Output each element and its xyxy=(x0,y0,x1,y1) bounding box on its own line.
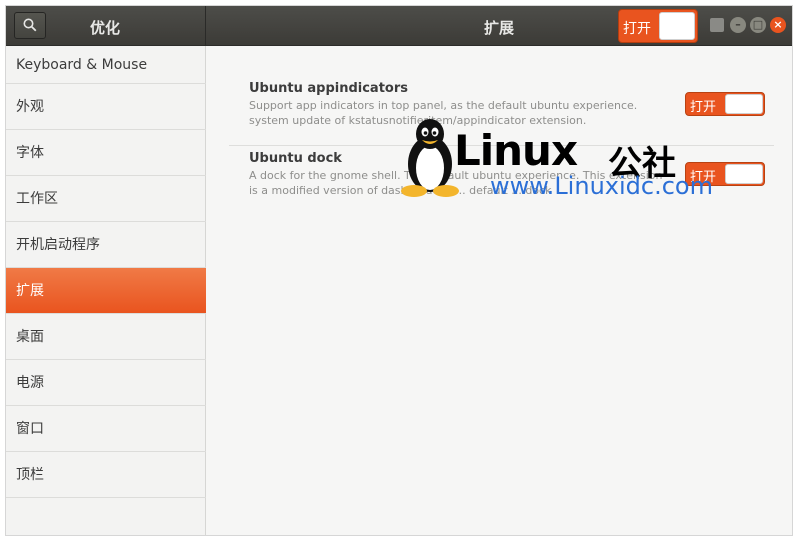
app-title: 优化 xyxy=(90,19,121,37)
switch-knob xyxy=(659,12,695,40)
extensions-master-switch[interactable]: 打开 xyxy=(618,9,698,43)
close-button[interactable]: × xyxy=(770,17,786,33)
close-icon: × xyxy=(773,18,783,31)
sidebar-item-power[interactable]: 电源 xyxy=(6,360,206,406)
sidebar-item-keyboard-mouse[interactable]: Keyboard & Mouse xyxy=(6,46,206,84)
switch-on-label: 打开 xyxy=(690,100,717,115)
watermark-brand: Linux xyxy=(454,126,578,175)
watermark-url: www.Linuxidc.com xyxy=(490,172,713,200)
maximize-button[interactable]: □ xyxy=(750,17,766,33)
appindicators-switch[interactable]: 打开 xyxy=(685,92,765,116)
page-title: 扩展 xyxy=(484,19,515,37)
switch-knob xyxy=(725,94,763,114)
minimize-icon: – xyxy=(735,18,741,31)
sidebar-item-desktop[interactable]: 桌面 xyxy=(6,314,206,360)
sidebar-item-windows[interactable]: 窗口 xyxy=(6,406,206,452)
sidebar-item-fonts[interactable]: 字体 xyxy=(6,130,206,176)
extension-title: Ubuntu appindicators xyxy=(249,81,408,96)
header-left: 优化 xyxy=(6,6,206,46)
tux-penguin-icon xyxy=(401,119,459,197)
extension-title: Ubuntu dock xyxy=(249,151,342,166)
sidebar-item-appearance[interactable]: 外观 xyxy=(6,84,206,130)
tweaks-window: 优化 扩展 打开 – □ × Keyboard & Mouse 外观 字体 工作… xyxy=(5,5,793,536)
minimize-button[interactable]: – xyxy=(730,17,746,33)
restore-icon xyxy=(710,18,724,32)
header-bar: 优化 扩展 打开 – □ × xyxy=(6,6,792,46)
switch-knob xyxy=(725,164,763,184)
sidebar-item-top-bar[interactable]: 顶栏 xyxy=(6,452,206,498)
watermark: Linux 公社 www.Linuxidc.com xyxy=(398,116,713,211)
sidebar-item-startup-apps[interactable]: 开机启动程序 xyxy=(6,222,206,268)
sidebar-item-workspaces[interactable]: 工作区 xyxy=(6,176,206,222)
sidebar-item-extensions[interactable]: 扩展 xyxy=(6,268,206,314)
restore-button[interactable] xyxy=(710,18,724,32)
sidebar: Keyboard & Mouse 外观 字体 工作区 开机启动程序 扩展 桌面 … xyxy=(6,46,206,535)
search-button[interactable] xyxy=(14,12,46,39)
maximize-icon: □ xyxy=(752,18,764,31)
search-icon xyxy=(23,18,37,32)
switch-on-label: 打开 xyxy=(623,21,651,37)
